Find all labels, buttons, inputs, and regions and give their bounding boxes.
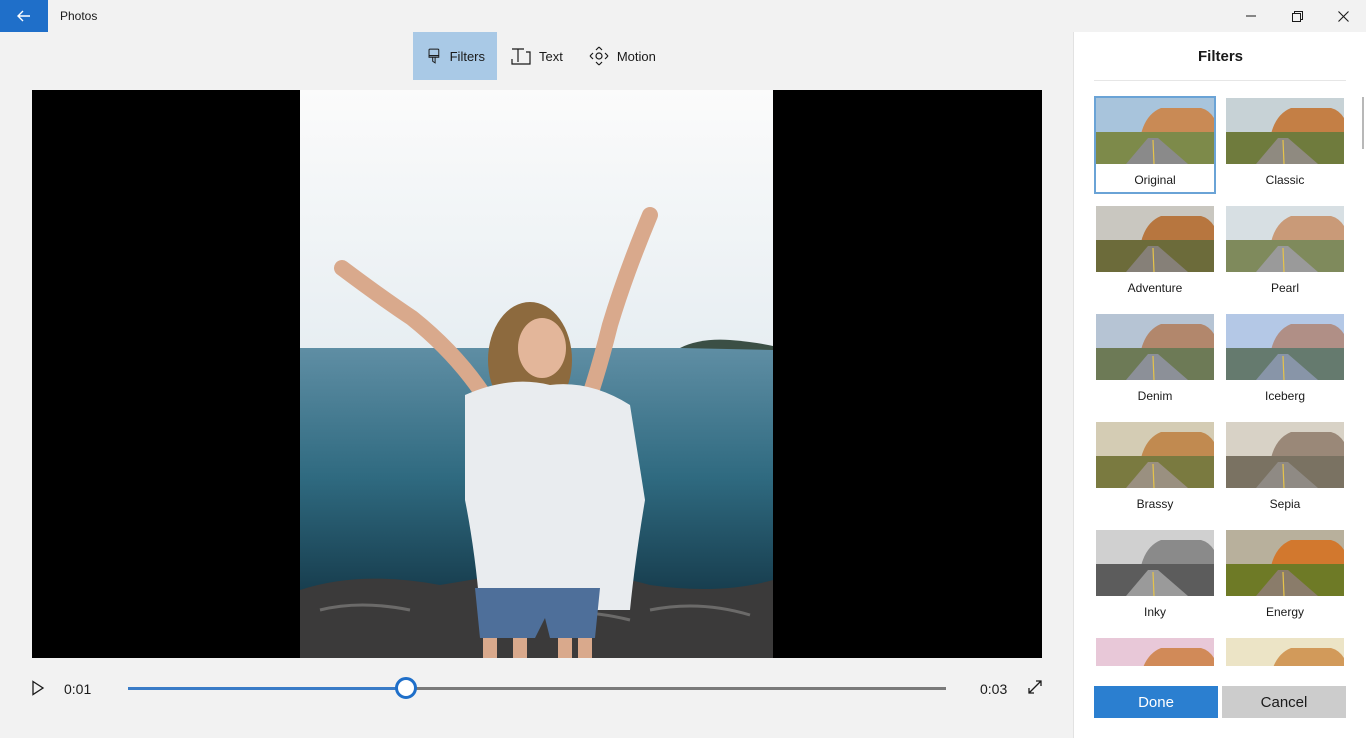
filter-thumbnail xyxy=(1096,98,1214,164)
filter-label: Sepia xyxy=(1269,497,1301,511)
filter-item-classic[interactable]: Classic xyxy=(1224,96,1346,194)
filter-thumbnail xyxy=(1096,314,1214,380)
tab-motion[interactable]: Motion xyxy=(575,32,668,80)
filter-thumbnail xyxy=(1226,98,1344,164)
brush-icon xyxy=(428,48,440,64)
filter-label: Brassy xyxy=(1136,497,1174,511)
close-icon xyxy=(1337,10,1349,22)
tab-motion-label: Motion xyxy=(616,48,656,64)
panel-divider xyxy=(1094,80,1346,81)
filter-item-denim[interactable]: Denim xyxy=(1094,312,1216,410)
filter-item-energy[interactable]: Energy xyxy=(1224,528,1346,626)
filter-label: Classic xyxy=(1265,173,1305,187)
current-time: 0:01 xyxy=(64,681,92,697)
filter-thumbnail xyxy=(1096,530,1214,596)
motion-icon xyxy=(589,46,609,66)
filter-label: Adventure xyxy=(1127,281,1183,295)
minimize-icon xyxy=(1246,15,1256,17)
done-button[interactable]: Done xyxy=(1094,686,1218,718)
filter-thumbnail xyxy=(1096,206,1214,272)
tab-text[interactable]: Text xyxy=(497,32,575,80)
filter-label: Denim xyxy=(1137,389,1173,403)
timeline-slider[interactable] xyxy=(128,687,946,690)
filter-label: Iceberg xyxy=(1264,389,1306,403)
cancel-button[interactable]: Cancel xyxy=(1222,686,1346,718)
filter-thumbnail xyxy=(1226,422,1344,488)
timeline-progress xyxy=(128,687,407,690)
close-button[interactable] xyxy=(1320,0,1366,32)
panel-scrollbar[interactable] xyxy=(1362,97,1364,149)
total-time: 0:03 xyxy=(980,681,1008,697)
text-icon xyxy=(511,48,531,65)
tab-text-label: Text xyxy=(539,48,563,64)
minimize-button[interactable] xyxy=(1228,0,1274,32)
filter-item-brassy[interactable]: Brassy xyxy=(1094,420,1216,518)
filter-item-original[interactable]: Original xyxy=(1094,96,1216,194)
play-icon xyxy=(32,680,45,696)
restore-button[interactable] xyxy=(1274,0,1320,32)
filter-thumbnail xyxy=(1226,638,1344,666)
preview-photo xyxy=(300,90,773,658)
play-button[interactable] xyxy=(31,680,47,698)
back-button[interactable] xyxy=(0,0,48,32)
panel-title: Filters xyxy=(1197,48,1243,65)
tab-filters[interactable]: Filters xyxy=(413,32,497,80)
filter-item-partial-10[interactable] xyxy=(1094,636,1216,666)
filter-item-inky[interactable]: Inky xyxy=(1094,528,1216,626)
filter-item-adventure[interactable]: Adventure xyxy=(1094,204,1216,302)
title-bar: Photos xyxy=(0,0,1366,32)
filter-item-pearl[interactable]: Pearl xyxy=(1224,204,1346,302)
fullscreen-button[interactable] xyxy=(1027,679,1045,697)
filter-label: Inky xyxy=(1143,605,1166,619)
filter-thumbnail xyxy=(1226,314,1344,380)
back-arrow-icon xyxy=(17,10,30,22)
filter-thumbnail xyxy=(1096,638,1214,666)
tab-filters-label: Filters xyxy=(449,48,485,64)
filter-list[interactable]: Original Classic Adventure Pearl Denim Iceber… xyxy=(1094,96,1354,666)
edit-toolbar: Filters Text Motion xyxy=(413,32,668,80)
filters-panel: Filters Original Classic Adventure Pearl Den… xyxy=(1073,32,1366,738)
filter-item-partial-11[interactable] xyxy=(1224,636,1346,666)
restore-icon xyxy=(1291,10,1303,22)
timeline-thumb[interactable] xyxy=(395,677,418,699)
video-preview xyxy=(32,90,1042,658)
filter-thumbnail xyxy=(1096,422,1214,488)
filter-thumbnail xyxy=(1226,206,1344,272)
filter-label: Energy xyxy=(1265,605,1305,619)
filter-item-iceberg[interactable]: Iceberg xyxy=(1224,312,1346,410)
expand-icon xyxy=(1028,680,1042,694)
filter-label: Original xyxy=(1134,173,1176,187)
app-title: Photos xyxy=(60,9,98,23)
filter-label: Pearl xyxy=(1270,281,1299,295)
filter-item-sepia[interactable]: Sepia xyxy=(1224,420,1346,518)
filter-thumbnail xyxy=(1226,530,1344,596)
